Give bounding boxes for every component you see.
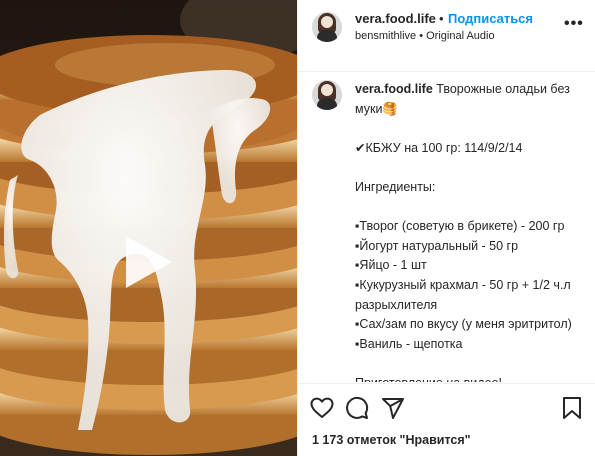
avatar-face xyxy=(321,84,333,96)
caption-avatar[interactable] xyxy=(312,80,342,110)
avatar-face xyxy=(321,16,333,28)
avatar-body xyxy=(317,30,337,42)
caption-username[interactable]: vera.food.life xyxy=(355,82,433,96)
more-icon[interactable]: ••• xyxy=(564,15,584,33)
post-header: vera.food.life • Подписаться bensmithliv… xyxy=(298,0,595,72)
avatar-body xyxy=(317,98,337,110)
follow-button[interactable]: Подписаться xyxy=(448,11,533,26)
play-icon[interactable] xyxy=(118,234,174,290)
caption-area: vera.food.life Творожные оладьи без муки… xyxy=(298,72,595,382)
caption-text: vera.food.life Творожные оладьи без муки… xyxy=(355,80,585,382)
audio-attribution[interactable]: bensmithlive • Original Audio xyxy=(355,30,495,42)
pancakes-photo xyxy=(0,0,297,456)
likes-count[interactable]: 1 173 отметок "Нравится" xyxy=(312,433,471,447)
header-separator: • xyxy=(439,11,444,26)
heart-icon[interactable] xyxy=(310,396,334,420)
post-panel: vera.food.life • Подписаться bensmithliv… xyxy=(297,0,595,456)
action-bar: 1 173 отметок "Нравится" xyxy=(298,383,595,456)
bookmark-icon[interactable] xyxy=(560,396,584,420)
comment-icon[interactable] xyxy=(345,396,369,420)
instagram-post: vera.food.life • Подписаться bensmithliv… xyxy=(0,0,595,456)
caption-body: Творожные оладьи без муки🥞 ✔КБЖУ на 100 … xyxy=(355,82,572,382)
header-username[interactable]: vera.food.life xyxy=(355,11,436,26)
avatar[interactable] xyxy=(312,12,342,42)
send-icon[interactable] xyxy=(381,396,405,420)
video-media[interactable] xyxy=(0,0,297,456)
